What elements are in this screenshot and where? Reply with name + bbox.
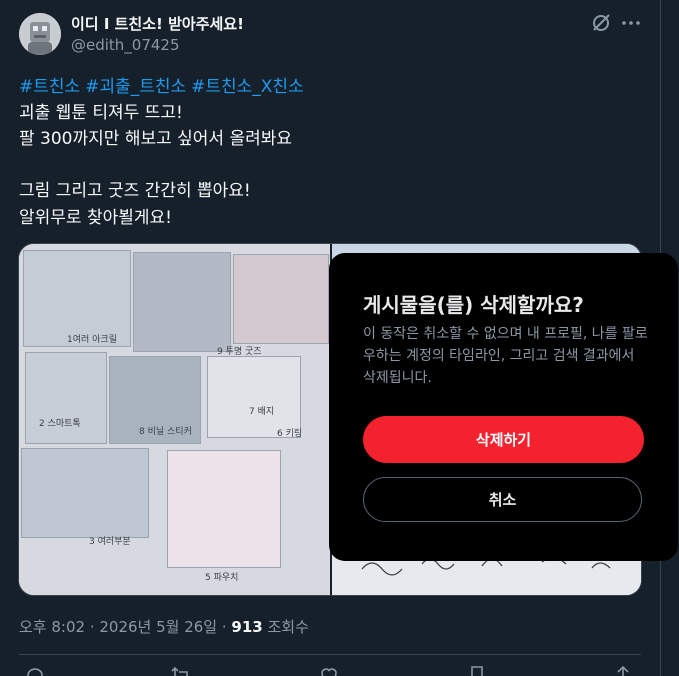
media-note: 9 투명 굿즈 — [217, 347, 262, 357]
tweet-timestamp[interactable]: 오후 8:02 · 2026년 5월 26일 · — [19, 618, 231, 636]
media-note: 8 비닐 스티커 — [139, 427, 192, 437]
avatar[interactable] — [19, 13, 61, 55]
tweet-page: 이디 I 트친소! 받아주세요! @edith_07425 #트친소 #괴출_트친… — [0, 0, 679, 676]
user-handle[interactable]: @edith_07425 — [71, 36, 180, 54]
view-count-label: 조회수 — [262, 618, 309, 636]
view-count: 913 — [231, 618, 263, 636]
media-photo-left[interactable]: 1여러 아크릴 9 투명 굿즈 2 스마트톡 8 비닐 스티커 7 배지 3 여… — [19, 244, 330, 595]
cancel-button[interactable]: 취소 — [363, 477, 642, 522]
hashtag-link[interactable]: #트친소 — [19, 77, 80, 97]
delete-post-dialog: 게시물을(를) 삭제할까요? 이 동작은 취소할 수 없으며 내 프로필, 나를… — [329, 253, 678, 561]
tweet-text-line: 알위무로 찾아뵐게요! — [19, 208, 172, 228]
media-note: 1여러 아크릴 — [67, 335, 117, 345]
goods-photo — [233, 254, 329, 344]
goods-photo — [133, 252, 231, 352]
like-icon[interactable] — [318, 664, 340, 676]
media-note: 5 파우치 — [205, 573, 239, 583]
dialog-message: 이 동작은 취소할 수 없으며 내 프로필, 나를 팔로우하는 계정의 타임라인… — [363, 326, 648, 386]
divider — [19, 654, 641, 655]
display-name[interactable]: 이디 I 트친소! 받아주세요! — [71, 13, 244, 34]
delete-button[interactable]: 삭제하기 — [363, 416, 644, 463]
hashtag-link[interactable]: #트친소_X친소 — [191, 77, 304, 97]
tweet-text-line: 괴출 웹툰 티져두 뜨고! — [19, 103, 183, 123]
hashtag-link[interactable]: #괴출_트친소 — [85, 77, 186, 97]
tweet-text-line: 그림 그리고 굿즈 간간히 뽑아요! — [19, 181, 251, 201]
avatar-image — [19, 13, 61, 55]
grok-icon[interactable] — [590, 12, 612, 34]
tweet-metadata: 오후 8:02 · 2026년 5월 26일 · 913 조회수 — [19, 616, 309, 637]
goods-photo — [25, 352, 107, 444]
repost-icon[interactable] — [170, 664, 192, 676]
bookmark-icon[interactable] — [466, 664, 488, 676]
dialog-title: 게시물을(를) 삭제할까요? — [363, 293, 584, 317]
share-icon[interactable] — [612, 664, 634, 676]
hashtag-list: #트친소 #괴출_트친소 #트친소_X친소 — [19, 72, 309, 97]
goods-photo — [167, 450, 281, 568]
media-note: 2 스마트톡 — [39, 419, 81, 429]
more-icon[interactable] — [620, 12, 642, 34]
media-note: 6 키링 — [277, 429, 303, 439]
goods-photo — [21, 448, 149, 538]
media-note: 7 배지 — [249, 407, 275, 417]
tweet-text-line: 팔 300까지만 해보고 싶어서 올려봐요 — [19, 129, 293, 149]
media-note: 3 여러부분 — [89, 537, 131, 547]
reply-icon[interactable] — [24, 664, 46, 676]
